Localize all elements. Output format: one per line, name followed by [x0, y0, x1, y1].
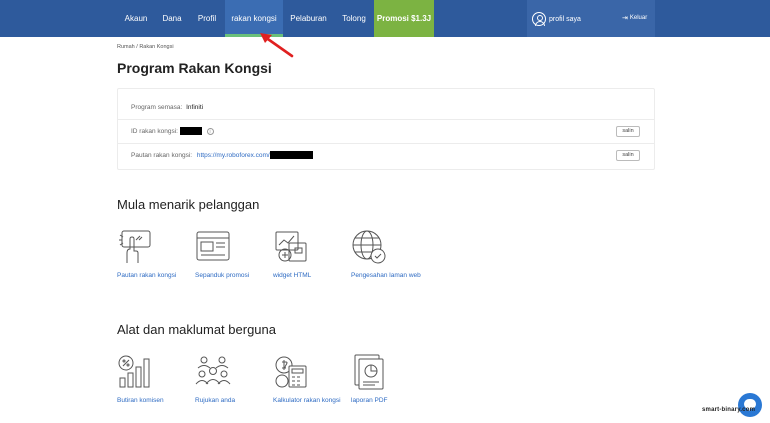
- page-title: Program Rakan Kongsi: [117, 60, 272, 76]
- tool-partner-link[interactable]: Pautan rakan kongsi: [117, 229, 189, 281]
- partner-link-row: Pautan rakan kongsi: https://my.robofore…: [118, 143, 654, 168]
- breadcrumb: Rumah / Rakan Kongsi: [117, 44, 174, 50]
- globe-check-icon: [352, 230, 386, 264]
- breadcrumb-home[interactable]: Rumah: [117, 44, 135, 50]
- copy-link-button[interactable]: salin: [616, 150, 640, 161]
- tool-html-widget-label: widget HTML: [273, 272, 312, 279]
- tool-your-referrals-label: Rujukan anda: [195, 397, 236, 404]
- copy-id-button[interactable]: salin: [616, 126, 640, 137]
- nav-item-profil[interactable]: Profil: [190, 0, 224, 37]
- tool-promo-banner[interactable]: Sepanduk promosi: [195, 229, 267, 281]
- info-icon[interactable]: i: [206, 127, 214, 135]
- banner-icon: [196, 231, 230, 261]
- partner-id-row: ID rakan kongsi: i salin: [118, 119, 654, 144]
- avatar-icon: [532, 12, 546, 26]
- program-row: Program semasa: Infiniti: [118, 95, 654, 120]
- tool-commission-details[interactable]: Butiran komisen: [117, 354, 189, 406]
- partner-link-value[interactable]: https://my.roboforex.com/: [197, 152, 270, 159]
- partner-id-label: ID rakan kongsi:: [131, 128, 178, 135]
- tool-pdf-report[interactable]: laporan PDF: [351, 354, 423, 406]
- tool-partner-link-label: Pautan rakan kongsi: [117, 272, 177, 279]
- breadcrumb-current: Rakan Kongsi: [139, 44, 174, 50]
- section-title-tools: Alat dan maklumat berguna: [117, 322, 276, 337]
- nav-item-promosi[interactable]: Promosi $1.3J: [374, 0, 434, 37]
- nav-item-akaun[interactable]: Akaun: [118, 0, 154, 37]
- tool-partner-calculator[interactable]: Kalkulator rakan kongsi: [273, 354, 345, 406]
- logout-icon: ⇥: [622, 15, 628, 22]
- program-value: Infiniti: [186, 104, 204, 111]
- hand-touch-icon: [119, 230, 151, 263]
- tool-partner-calculator-label: Kalkulator rakan kongsi: [273, 397, 341, 404]
- percent-chart-icon: [118, 355, 150, 388]
- widget-icon: [275, 231, 307, 262]
- nav-item-tolong[interactable]: Tolong: [335, 0, 373, 37]
- people-icon: [195, 356, 231, 385]
- partner-link-label: Pautan rakan kongsi:: [131, 152, 193, 159]
- calculator-icon: [275, 356, 307, 388]
- tool-pdf-report-label: laporan PDF: [351, 397, 388, 404]
- redacted-link-suffix: [269, 151, 313, 160]
- tool-your-referrals[interactable]: Rujukan anda: [195, 354, 267, 406]
- watermark: smart-binary.com: [702, 407, 756, 413]
- profile-button[interactable]: profil saya: [532, 11, 581, 27]
- section-title-attract: Mula menarik pelanggan: [117, 197, 260, 212]
- annotation-arrow-icon: [260, 33, 294, 58]
- page: Akaun Dana Profil rakan kongsi Pelaburan…: [0, 0, 770, 423]
- redacted-partner-id: [179, 127, 202, 136]
- profile-area: profil saya ⇥ Keluar: [527, 0, 655, 37]
- partner-info-card: Program semasa: Infiniti ID rakan kongsi…: [117, 88, 655, 170]
- program-label: Program semasa:: [131, 104, 183, 111]
- tool-commission-details-label: Butiran komisen: [117, 397, 164, 404]
- logout-button[interactable]: ⇥ Keluar: [622, 14, 647, 22]
- tool-promo-banner-label: Sepanduk promosi: [195, 272, 250, 279]
- pdf-report-icon: [354, 354, 384, 390]
- nav-item-dana[interactable]: Dana: [156, 0, 188, 37]
- chat-button[interactable]: [738, 393, 762, 417]
- profile-label: profil saya: [549, 15, 581, 23]
- top-navbar: Akaun Dana Profil rakan kongsi Pelaburan…: [0, 0, 770, 37]
- tool-html-widget[interactable]: widget HTML: [273, 229, 345, 281]
- tool-website-verification-label: Pengesahan laman web: [351, 272, 421, 279]
- tool-website-verification[interactable]: Pengesahan laman web: [351, 229, 423, 281]
- logout-label: Keluar: [629, 15, 648, 21]
